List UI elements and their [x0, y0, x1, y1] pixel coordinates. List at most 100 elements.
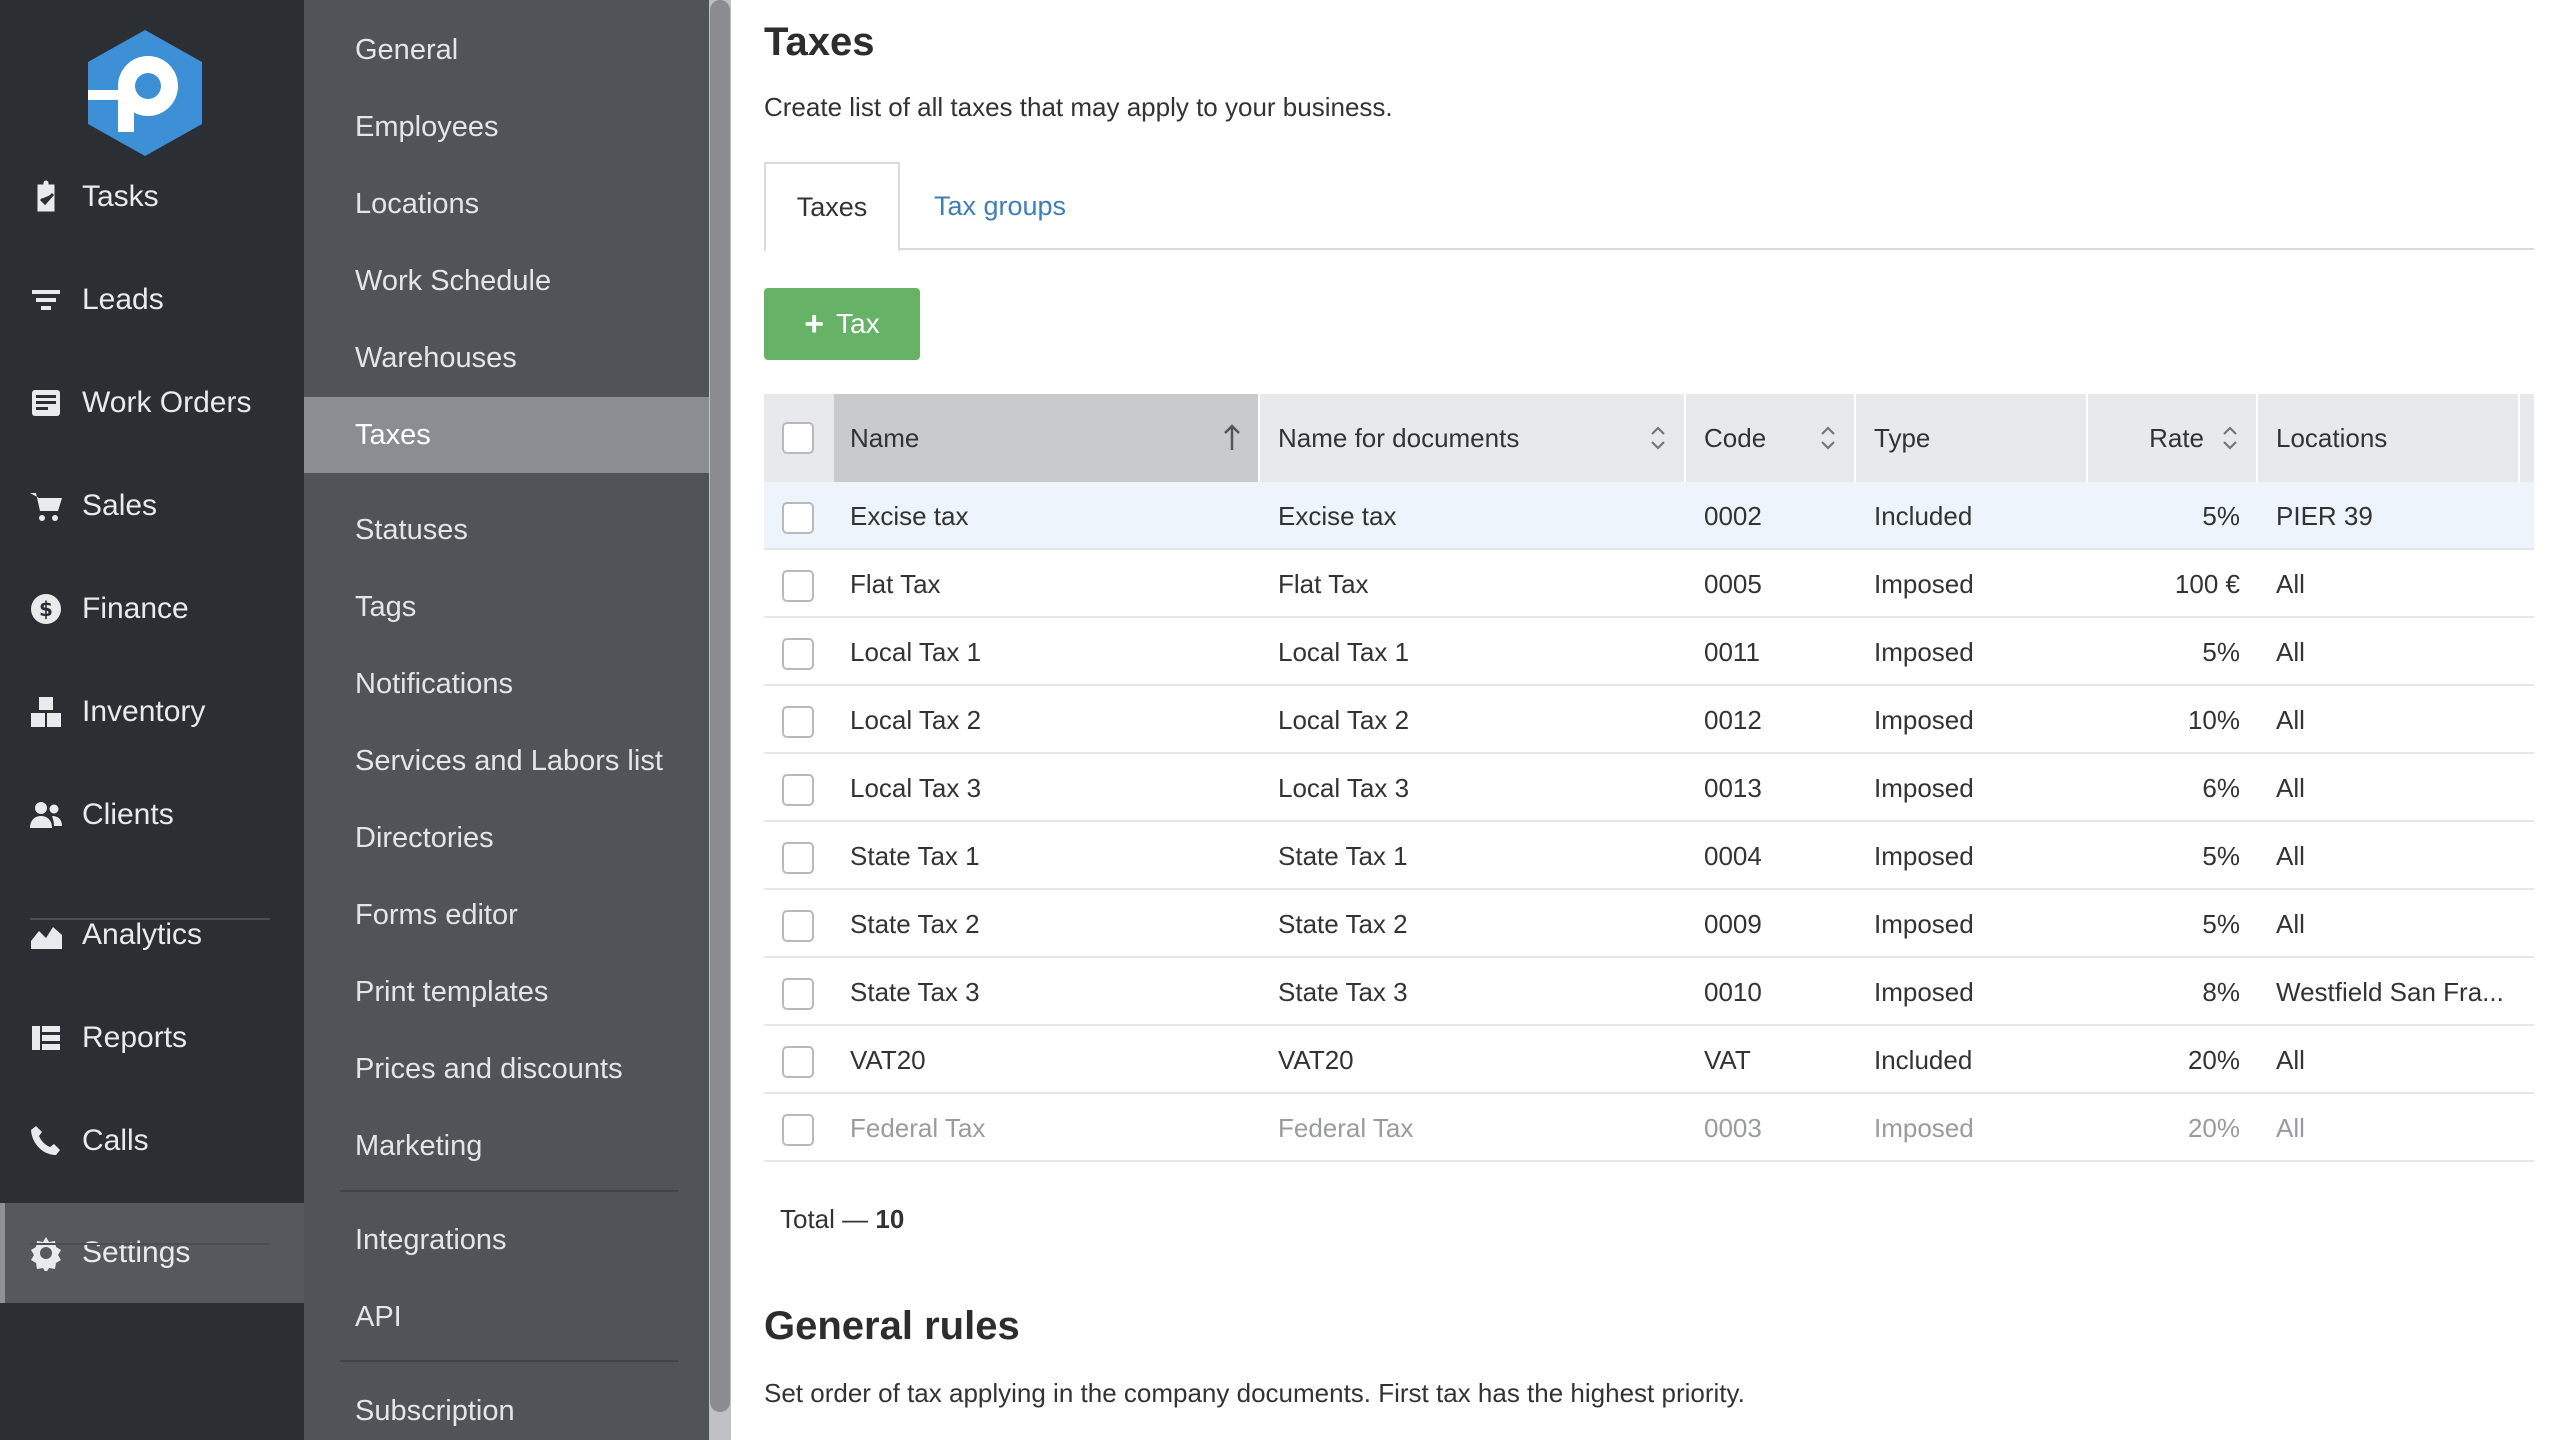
column-label: Rate: [2149, 422, 2204, 453]
table-row[interactable]: VAT20 VAT20 VAT Included 20% All: [764, 1026, 2534, 1094]
sort-ascending-icon: [1224, 424, 1240, 450]
column-header-rate[interactable]: Rate: [2088, 394, 2258, 482]
cell-locations: All: [2276, 1044, 2305, 1075]
nav-item-label: Analytics: [82, 918, 203, 951]
cell-rate: 5%: [2202, 500, 2240, 531]
cell-locations: All: [2276, 636, 2305, 667]
nav-item-finance[interactable]: $ Finance: [0, 559, 304, 659]
cell-type: Included: [1874, 500, 1973, 531]
submenu-item-work-schedule[interactable]: Work Schedule: [304, 243, 709, 319]
users-icon: [28, 797, 64, 833]
select-all-checkbox[interactable]: [782, 422, 814, 454]
table-row[interactable]: Flat Tax Flat Tax 0005 Imposed 100 € All: [764, 550, 2534, 618]
dollar-circle-icon: $: [28, 591, 64, 627]
submenu-item-services-and-labors-list[interactable]: Services and Labors list: [304, 723, 709, 799]
nav-item-label: Reports: [82, 1021, 188, 1054]
row-checkbox[interactable]: [782, 570, 814, 602]
cell-type: Imposed: [1874, 840, 1974, 871]
row-checkbox[interactable]: [782, 502, 814, 534]
submenu-item-print-templates[interactable]: Print templates: [304, 954, 709, 1030]
taxes-table: Name Name for documents Code Type Rate L…: [764, 394, 2534, 1162]
submenu-item-marketing[interactable]: Marketing: [304, 1108, 709, 1184]
submenu-item-statuses[interactable]: Statuses: [304, 492, 709, 568]
table-row[interactable]: State Tax 2 State Tax 2 0009 Imposed 5% All: [764, 890, 2534, 958]
cell-type: Imposed: [1874, 636, 1974, 667]
cell-doc-name: Excise tax: [1278, 500, 1397, 531]
submenu-item-taxes[interactable]: Taxes: [304, 397, 709, 473]
submenu-scrollbar-thumb[interactable]: [710, 0, 730, 1412]
cell-doc-name: Local Tax 3: [1278, 772, 1410, 803]
cell-type: Imposed: [1874, 1112, 1974, 1143]
nav-item-analytics[interactable]: Analytics: [0, 885, 304, 985]
submenu-item-prices-and-discounts[interactable]: Prices and discounts: [304, 1031, 709, 1107]
add-tax-button[interactable]: + Tax: [764, 288, 920, 360]
cell-rate: 20%: [2187, 1112, 2240, 1143]
table-row[interactable]: Excise tax Excise tax 0002 Included 5% PIER 3…: [764, 482, 2534, 550]
nav-item-sales[interactable]: Sales: [0, 456, 304, 556]
cell-locations: All: [2276, 568, 2305, 599]
submenu-item-directories[interactable]: Directories: [304, 800, 709, 876]
nav-item-clients[interactable]: Clients: [0, 765, 304, 865]
table-row[interactable]: Local Tax 3 Local Tax 3 0013 Imposed 6% All: [764, 754, 2534, 822]
nav-item-reports[interactable]: Reports: [0, 988, 304, 1088]
app-logo-icon[interactable]: [82, 28, 208, 158]
submenu-item-tags[interactable]: Tags: [304, 569, 709, 645]
row-checkbox[interactable]: [782, 774, 814, 806]
cell-name: Local Tax 1: [850, 636, 982, 667]
cell-locations: All: [2276, 840, 2305, 871]
cell-locations: PIER 39: [2276, 500, 2373, 531]
phone-icon: [28, 1123, 64, 1159]
row-checkbox[interactable]: [782, 638, 814, 670]
cell-code: 0011: [1704, 636, 1760, 667]
nav-item-tasks[interactable]: Tasks: [0, 147, 304, 247]
cell-rate: 10%: [2187, 704, 2240, 735]
row-checkbox[interactable]: [782, 1046, 814, 1078]
submenu-item-api[interactable]: API: [304, 1279, 709, 1355]
cell-doc-name: Local Tax 2: [1278, 704, 1410, 735]
cell-rate: 5%: [2202, 636, 2240, 667]
nav-item-label: Calls: [82, 1124, 149, 1157]
submenu-item-locations[interactable]: Locations: [304, 166, 709, 242]
submenu-item-general[interactable]: General: [304, 12, 709, 88]
submenu-item-integrations[interactable]: Integrations: [304, 1202, 709, 1278]
nav-item-label: Sales: [82, 489, 158, 522]
row-checkbox[interactable]: [782, 910, 814, 942]
row-checkbox[interactable]: [782, 978, 814, 1010]
submenu-item-warehouses[interactable]: Warehouses: [304, 320, 709, 396]
cell-doc-name: Federal Tax: [1278, 1112, 1414, 1143]
column-label: Code: [1704, 422, 1767, 453]
row-checkbox[interactable]: [782, 842, 814, 874]
submenu-item-subscription[interactable]: Subscription: [304, 1373, 709, 1440]
row-checkbox[interactable]: [782, 1114, 814, 1146]
nav-item-work-orders[interactable]: Work Orders: [0, 353, 304, 453]
cell-code: 0002: [1704, 500, 1762, 531]
nav-item-settings[interactable]: Settings: [0, 1203, 304, 1303]
cell-code: 0012: [1704, 704, 1762, 735]
column-label: Locations: [2276, 422, 2388, 453]
table-row[interactable]: Federal Tax Federal Tax 0003 Imposed 20% All: [764, 1094, 2534, 1162]
table-row[interactable]: Local Tax 1 Local Tax 1 0011 Imposed 5% All: [764, 618, 2534, 686]
nav-item-calls[interactable]: Calls: [0, 1091, 304, 1191]
column-header-name-for-documents[interactable]: Name for documents: [1260, 394, 1686, 482]
svg-text:$: $: [39, 597, 53, 621]
tab-tax-groups[interactable]: Tax groups: [900, 162, 1100, 250]
cell-code: VAT: [1704, 1044, 1751, 1075]
column-header-code[interactable]: Code: [1686, 394, 1856, 482]
submenu-item-notifications[interactable]: Notifications: [304, 646, 709, 722]
tab-taxes[interactable]: Taxes: [764, 162, 900, 252]
submenu-item-forms-editor[interactable]: Forms editor: [304, 877, 709, 953]
column-header-name[interactable]: Name: [834, 394, 1260, 482]
table-row[interactable]: Local Tax 2 Local Tax 2 0012 Imposed 10% All: [764, 686, 2534, 754]
row-checkbox[interactable]: [782, 706, 814, 738]
cell-rate: 6%: [2202, 772, 2240, 803]
table-row[interactable]: State Tax 3 State Tax 3 0010 Imposed 8% Westf…: [764, 958, 2534, 1026]
sort-toggle-icon: [1821, 426, 1835, 450]
table-row[interactable]: State Tax 1 State Tax 1 0004 Imposed 5% All: [764, 822, 2534, 890]
cell-doc-name: State Tax 1: [1278, 840, 1408, 871]
nav-item-inventory[interactable]: Inventory: [0, 662, 304, 762]
clipboard-check-icon: [28, 179, 64, 215]
nav-item-leads[interactable]: Leads: [0, 250, 304, 350]
submenu-item-employees[interactable]: Employees: [304, 89, 709, 165]
nav-item-label: Clients: [82, 798, 174, 831]
cell-rate: 5%: [2202, 840, 2240, 871]
